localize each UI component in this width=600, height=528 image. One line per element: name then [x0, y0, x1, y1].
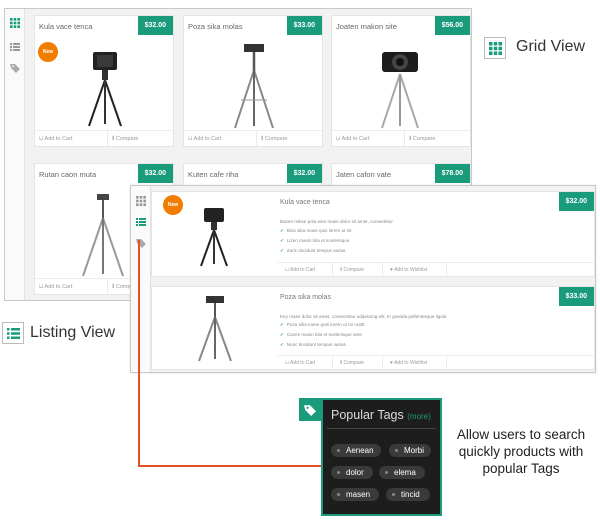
grid-icon: [489, 42, 502, 55]
product-price: $33.00: [558, 287, 594, 306]
product-name[interactable]: Kula vace tenca: [280, 199, 330, 206]
popular-tags-title: Popular Tags (more): [331, 408, 431, 422]
product-description: Bazen mikse pola eien mase dolor sit ame…: [280, 219, 393, 224]
product-price: $78.00: [434, 164, 470, 183]
view-switcher: [5, 9, 25, 300]
product-price: $32.00: [137, 164, 173, 183]
list-icon: [7, 328, 20, 339]
add-to-cart-label: Add to Cart: [44, 284, 73, 290]
tag-icon: [304, 405, 316, 416]
compare-link[interactable]: ⫴ Compare: [256, 131, 287, 147]
compare-label: Compare: [343, 267, 365, 273]
tag-chip[interactable]: dolor: [331, 466, 373, 479]
tag-chip[interactable]: elema: [379, 466, 425, 479]
popular-tags-widget: Popular Tags (more) Aenean Morbi dolor e…: [321, 398, 442, 516]
product-card[interactable]: Kula vace tenca $32.00 New ⊔ Add to Cart…: [34, 15, 174, 147]
product-price: $56.00: [434, 16, 470, 35]
tag-chip[interactable]: masen: [331, 488, 379, 501]
product-name[interactable]: Jaten cafon vate: [336, 170, 391, 179]
add-to-cart-link[interactable]: ⊔ Add to Cart: [188, 136, 221, 142]
wishlist-link[interactable]: ♥ Add to Wishlist: [382, 356, 427, 371]
wishlist-link[interactable]: ♥ Add to Wishlist: [382, 263, 427, 278]
product-name[interactable]: Rutan caon muta: [39, 170, 96, 179]
product-card[interactable]: Joaten makon site $56.00 ⊔ Add to Cart ⫴…: [331, 15, 471, 147]
list-view-label: Listing View: [30, 324, 116, 341]
feature-text: Biza sika mase quis lorem ut mi: [286, 228, 352, 233]
product-price: $32.00: [286, 164, 322, 183]
tag-icon[interactable]: [10, 63, 20, 73]
more-tags-link[interactable]: (more): [407, 412, 431, 421]
add-to-cart-link[interactable]: ⊔ Add to Cart: [39, 136, 72, 142]
tags-tab[interactable]: [299, 398, 321, 421]
product-name[interactable]: Kula vace tenca: [39, 22, 92, 31]
wishlist-label: Add to Wishlist: [394, 267, 428, 273]
popular-tags-heading: Popular Tags: [331, 408, 404, 422]
new-badge: New: [38, 42, 58, 62]
add-to-cart-label: Add to Cart: [193, 136, 222, 142]
add-to-cart-label: Add to Cart: [341, 136, 370, 142]
product-actions: ⊔ Add to Cart ⫴ Compare: [184, 130, 322, 147]
new-badge: New: [163, 195, 183, 215]
tag-chip[interactable]: Aenean: [331, 444, 381, 457]
product-price: $32.00: [558, 192, 594, 211]
product-name[interactable]: Kuten cafe riha: [188, 170, 238, 179]
tag-chip[interactable]: tincid: [386, 488, 430, 501]
list-icon[interactable]: [10, 42, 20, 52]
wishlist-label: Add to Wishlist: [394, 360, 428, 366]
check-icon: ✓: [280, 228, 284, 233]
title-divider: [327, 428, 436, 429]
product-name[interactable]: Joaten makon site: [336, 22, 397, 31]
product-name[interactable]: Poza sika molas: [188, 22, 243, 31]
product-price: $32.00: [137, 16, 173, 35]
compare-link[interactable]: ⫴ Compare: [332, 356, 364, 371]
action-divider: [446, 263, 454, 278]
action-divider: [446, 356, 454, 371]
compare-label: Compare: [115, 136, 139, 142]
add-to-cart-link[interactable]: ⊔ Add to Cart: [336, 136, 369, 142]
video-tripod-image: [234, 44, 274, 129]
callout-text: Allow users to search quickly products w…: [456, 427, 586, 476]
product-price: $33.00: [286, 16, 322, 35]
connector-line: [138, 240, 322, 467]
grid-view-label: Grid View: [516, 38, 586, 55]
compare-link[interactable]: ⫴ Compare: [107, 131, 138, 147]
compare-label: Compare: [343, 360, 365, 366]
tripod-image: [82, 194, 124, 277]
list-icon[interactable]: [136, 217, 146, 227]
grid-icon[interactable]: [136, 196, 146, 206]
compare-link[interactable]: ⫴ Compare: [404, 131, 435, 147]
add-to-cart-link[interactable]: ⊔ Add to Cart: [39, 284, 72, 290]
tag-chip[interactable]: Morbi: [389, 444, 431, 457]
grid-icon[interactable]: [10, 18, 20, 28]
compare-label: Compare: [264, 136, 288, 142]
dslr-on-tripod-image: [381, 52, 419, 129]
compare-link[interactable]: ⫴ Compare: [332, 263, 364, 278]
list-view-badge: [2, 322, 24, 344]
compare-label: Compare: [412, 136, 436, 142]
product-actions: ⊔ Add to Cart ⫴ Compare: [35, 130, 173, 147]
camera-on-tripod-image: [88, 52, 122, 127]
product-actions: ⊔ Add to Cart ⫴ Compare: [332, 130, 470, 147]
add-to-cart-label: Add to Cart: [44, 136, 73, 142]
feature-item: ✓ Biza sika mase quis lorem ut mi: [280, 228, 351, 234]
grid-view-badge: [484, 37, 506, 59]
product-card[interactable]: Poza sika molas $33.00 ⊔ Add to Cart ⫴ C…: [183, 15, 323, 147]
